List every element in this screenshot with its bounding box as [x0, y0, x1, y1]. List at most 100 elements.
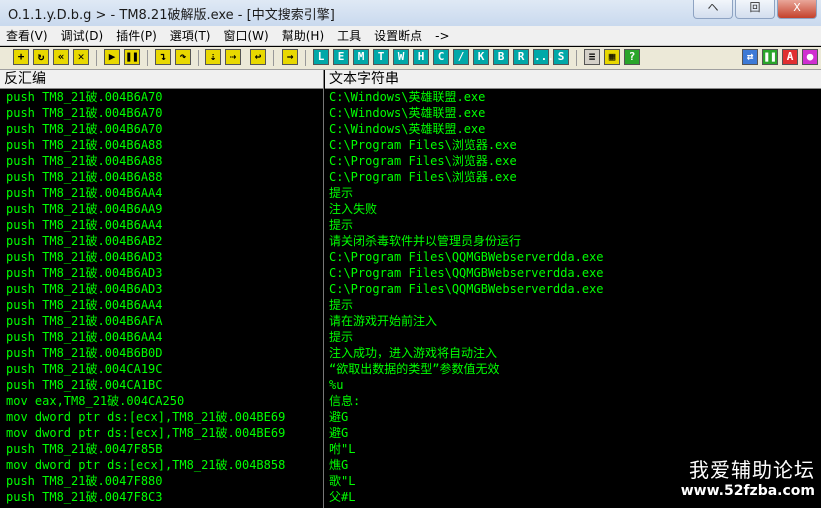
toolbar: + ↻ « ✕ ▶ ❚❚ ↴ ↷ ⇣ ⇢ ↩ → L E M T W H C /… — [0, 47, 821, 70]
disassembly-row[interactable]: push TM8_21破.004B6AA4 — [0, 297, 323, 313]
disassembly-row[interactable]: push TM8_21破.004B6B0D — [0, 345, 323, 361]
modules-window-icon[interactable]: E — [333, 49, 349, 65]
disassembly-row[interactable]: push TM8_21破.004CA1BC — [0, 377, 323, 393]
string-row[interactable]: 提示 — [325, 329, 821, 345]
disassembly-row[interactable]: push TM8_21破.004B6A88 — [0, 137, 323, 153]
string-row[interactable]: 请在游戏开始前注入 — [325, 313, 821, 329]
disassembly-row[interactable]: push TM8_21破.004B6AD3 — [0, 265, 323, 281]
column-header-strings[interactable]: 文本字符串 — [325, 70, 821, 89]
disassembly-row[interactable]: push TM8_21破.004B6A88 — [0, 153, 323, 169]
column-header-disassembly[interactable]: 反汇编 — [0, 70, 324, 89]
pause-plugin-icon[interactable]: ❚❚ — [762, 49, 778, 65]
disassembly-row[interactable]: push TM8_21破.004B6AD3 — [0, 249, 323, 265]
disassembly-row[interactable]: push TM8_21破.004B6AB2 — [0, 233, 323, 249]
windows-window-icon[interactable]: W — [393, 49, 409, 65]
string-row[interactable]: %u — [325, 377, 821, 393]
handles-window-icon[interactable]: H — [413, 49, 429, 65]
source-window-icon[interactable]: S — [553, 49, 569, 65]
run-trace-window-icon[interactable]: ... — [533, 49, 554, 65]
string-row[interactable]: 信息: — [325, 393, 821, 409]
run-icon[interactable]: ▶ — [104, 49, 120, 65]
disassembly-row[interactable]: push TM8_21破.004B6AA4 — [0, 185, 323, 201]
string-row[interactable]: 提示 — [325, 217, 821, 233]
call-stack-window-icon[interactable]: K — [473, 49, 489, 65]
string-row[interactable]: C:\Program Files\浏览器.exe — [325, 137, 821, 153]
string-row[interactable]: 注入成功，进入游戏将自动注入 — [325, 345, 821, 361]
disassembly-row[interactable]: push TM8_21破.004B6A70 — [0, 121, 323, 137]
string-row[interactable]: C:\Program Files\QQMGBWebserverdda.exe — [325, 249, 821, 265]
swap-icon[interactable]: ⇄ — [742, 49, 758, 65]
string-row[interactable]: 咐"L — [325, 441, 821, 457]
disassembly-pane[interactable]: push TM8_21破.004B6A70 push TM8_21破.004B6A… — [0, 89, 324, 508]
string-row[interactable]: C:\Program Files\浏览器.exe — [325, 169, 821, 185]
goto-icon[interactable]: → — [282, 49, 298, 65]
disassembly-row[interactable]: push TM8_21破.004B6AD3 — [0, 281, 323, 297]
cpu-window-icon[interactable]: C — [433, 49, 449, 65]
pause-icon[interactable]: ❚❚ — [124, 49, 140, 65]
menu-help[interactable]: 幫助(H) — [282, 27, 324, 44]
watermark-url: www.52fzba.com — [680, 483, 815, 499]
stop-plugin-icon[interactable]: ● — [802, 49, 818, 65]
trace-into-icon[interactable]: ⇣ — [205, 49, 221, 65]
string-row[interactable]: 提示 — [325, 185, 821, 201]
disassembly-row[interactable]: push TM8_21破.004B6AA4 — [0, 329, 323, 345]
disassembly-row[interactable]: push TM8_21破.0047F85B — [0, 441, 323, 457]
string-row[interactable]: C:\Program Files\QQMGBWebserverdda.exe — [325, 265, 821, 281]
disassembly-row[interactable]: push TM8_21破.004B6AA9 — [0, 201, 323, 217]
memory-window-icon[interactable]: M — [353, 49, 369, 65]
disassembly-row[interactable]: push TM8_21破.004CA19C — [0, 361, 323, 377]
breakpoints-window-icon[interactable]: B — [493, 49, 509, 65]
disassembly-row[interactable]: push TM8_21破.004B6A70 — [0, 89, 323, 105]
disassembly-row[interactable]: push TM8_21破.004B6AA4 — [0, 217, 323, 233]
threads-window-icon[interactable]: T — [373, 49, 389, 65]
grid-icon[interactable]: ▦ — [604, 49, 620, 65]
log-window-icon[interactable]: L — [313, 49, 329, 65]
menu-window[interactable]: 窗口(W) — [224, 27, 269, 44]
list-icon[interactable]: ≡ — [584, 49, 600, 65]
menu-debug[interactable]: 调试(D) — [61, 27, 104, 44]
watermark: 我爱辅助论坛 www.52fzba.com — [681, 458, 815, 500]
disassembly-row[interactable]: push TM8_21破.004B6AFA — [0, 313, 323, 329]
string-row[interactable]: 注入失败 — [325, 201, 821, 217]
disassembly-row[interactable]: push TM8_21破.004B6A70 — [0, 105, 323, 121]
open-icon[interactable]: + — [13, 49, 29, 65]
menu-arrow[interactable]: -> — [435, 29, 449, 43]
disassembly-row[interactable]: push TM8_21破.0047F880 — [0, 473, 323, 489]
menu-tools[interactable]: 工具 — [337, 27, 361, 44]
disassembly-row[interactable]: push TM8_21破.0047F8C3 — [0, 489, 323, 505]
string-row[interactable]: C:\Windows\英雄联盟.exe — [325, 105, 821, 121]
strings-pane[interactable]: C:\Windows\英雄联盟.exe C:\Windows\英雄联盟.exe C:… — [325, 89, 821, 508]
string-row[interactable]: 请关闭杀毒软件并以管理员身份运行 — [325, 233, 821, 249]
disassembly-row[interactable]: mov dword ptr ds:[ecx],TM8_21破.004BE69 — [0, 425, 323, 441]
close-program-icon[interactable]: ✕ — [73, 49, 89, 65]
menu-options[interactable]: 選項(T) — [170, 27, 211, 44]
disassembly-row[interactable]: mov dword ptr ds:[ecx],TM8_21破.004B858 — [0, 457, 323, 473]
rewind-icon[interactable]: « — [53, 49, 69, 65]
a-plugin-icon[interactable]: A — [782, 49, 798, 65]
execute-till-return-icon[interactable]: ↩ — [250, 49, 266, 65]
trace-over-icon[interactable]: ⇢ — [225, 49, 241, 65]
string-row[interactable]: 避G — [325, 425, 821, 441]
string-row[interactable]: “欲取出数据的类型”参数值无效 — [325, 361, 821, 377]
string-row[interactable]: C:\Windows\英雄联盟.exe — [325, 89, 821, 105]
disassembly-row[interactable]: push TM8_21破.004B6A88 — [0, 169, 323, 185]
disassembly-row[interactable]: mov dword ptr ds:[ecx],TM8_21破.004BE69 — [0, 409, 323, 425]
menu-plugins[interactable]: 插件(P) — [116, 27, 157, 44]
disassembly-row[interactable]: mov eax,TM8_21破.004CA250 — [0, 393, 323, 409]
string-row[interactable]: C:\Program Files\QQMGBWebserverdda.exe — [325, 281, 821, 297]
string-row[interactable]: 避G — [325, 409, 821, 425]
string-row[interactable]: C:\Program Files\浏览器.exe — [325, 153, 821, 169]
patches-window-icon[interactable]: / — [453, 49, 469, 65]
step-over-icon[interactable]: ↷ — [175, 49, 191, 65]
close-button[interactable]: X — [777, 0, 817, 19]
minimize-button[interactable]: ヘ — [693, 0, 733, 19]
step-into-icon[interactable]: ↴ — [155, 49, 171, 65]
menu-set-breakpoint[interactable]: 设置断点 — [374, 27, 422, 44]
maximize-button[interactable]: 回 — [735, 0, 775, 19]
help-icon[interactable]: ? — [624, 49, 640, 65]
string-row[interactable]: 提示 — [325, 297, 821, 313]
references-window-icon[interactable]: R — [513, 49, 529, 65]
string-row[interactable]: C:\Windows\英雄联盟.exe — [325, 121, 821, 137]
menu-view[interactable]: 查看(V) — [6, 27, 48, 44]
restart-icon[interactable]: ↻ — [33, 49, 49, 65]
